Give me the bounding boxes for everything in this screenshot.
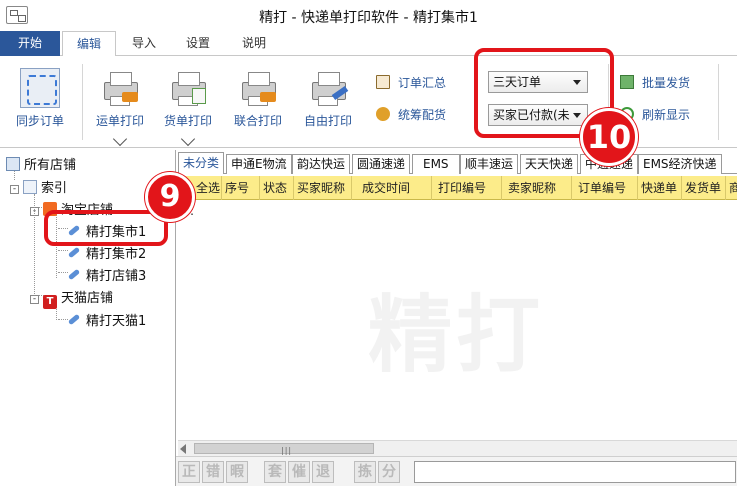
tab-courier[interactable]: 申通E物流 [226, 154, 292, 174]
tab-courier[interactable]: 顺丰速运 [460, 154, 519, 174]
column-header[interactable]: 订单编号 [572, 176, 638, 200]
tree-shop-label: 精打集市2 [86, 247, 147, 262]
distribution-icon [376, 107, 390, 121]
tab-courier[interactable]: EMS经济快递 [638, 154, 722, 174]
bottom-action-button[interactable]: 退 [312, 461, 334, 483]
batch-ship-icon [620, 75, 634, 89]
bottom-action-bar: 正 错 暇 套 催 退 拣 分 [176, 456, 737, 486]
bottom-action-button[interactable]: 催 [288, 461, 310, 483]
step-badge-10: 10 [580, 108, 638, 166]
barcode-input[interactable] [414, 461, 736, 483]
sync-orders-button[interactable]: 同步订单 [10, 62, 70, 129]
tab-edit[interactable]: 编辑 [62, 31, 116, 57]
tree-root-label: 所有店铺 [24, 158, 77, 173]
batch-ship-label: 批量发货 [642, 76, 691, 90]
combined-print-button[interactable]: 联合打印 [230, 62, 286, 129]
tab-start[interactable]: 开始 [0, 31, 60, 56]
shop-icon [66, 244, 82, 260]
column-header[interactable]: 序号 [222, 176, 260, 200]
bottom-action-button[interactable]: 错 [202, 461, 224, 483]
column-header[interactable]: 卖家昵称 [502, 176, 572, 200]
tree-shop-item[interactable]: 精打天猫1 [66, 310, 146, 329]
order-summary-label: 订单汇总 [398, 76, 447, 90]
invoice-print-chevron-down-icon[interactable] [180, 131, 196, 147]
tab-import[interactable]: 导入 [122, 31, 166, 56]
bottom-action-button[interactable]: 拣 [354, 461, 376, 483]
watermark-logo: 精打 [368, 286, 545, 384]
bulk-distribution-label: 统筹配货 [398, 108, 447, 122]
collapse-icon[interactable]: - [30, 207, 39, 216]
bottom-action-button[interactable]: 分 [378, 461, 400, 483]
highlight-box-shop [44, 210, 168, 246]
tree-shop-label: 精打天猫1 [86, 314, 147, 329]
printer-document-icon [168, 68, 208, 108]
ribbon-separator [718, 64, 719, 140]
waybill-print-label: 运单打印 [95, 114, 144, 128]
courier-tab-row: 未分类 申通E物流 韵达快运 圆通速递 EMS 顺丰速运 天天快递 中通速递 E… [176, 152, 737, 174]
tab-unclassified[interactable]: 未分类 [178, 152, 225, 174]
waybill-print-chevron-down-icon[interactable] [112, 131, 128, 147]
free-print-label: 自由打印 [303, 114, 352, 128]
column-header[interactable]: 状态 [260, 176, 294, 200]
printer-combined-icon [238, 68, 278, 108]
column-header[interactable]: 买家昵称 [294, 176, 352, 200]
scroll-left-arrow-icon[interactable] [180, 444, 186, 454]
clipboard-icon [376, 75, 390, 89]
bulk-distribution-button[interactable]: 统筹配货 [376, 106, 446, 123]
tree-shop-label: 精打店铺3 [86, 269, 147, 284]
window-title: 精打 - 快递单打印软件 - 精打集市1 [259, 10, 478, 26]
free-print-button[interactable]: 自由打印 [300, 62, 356, 129]
waybill-print-button[interactable]: 运单打印 [92, 62, 148, 129]
bottom-action-button[interactable]: 套 [264, 461, 286, 483]
ribbon-separator [82, 64, 83, 140]
order-grid-header: 全选 序号 状态 买家昵称 成交时间 打印编号 卖家昵称 订单编号 快递单 发货… [178, 176, 737, 200]
invoice-print-label: 货单打印 [163, 114, 212, 128]
tab-courier[interactable]: 天天快递 [520, 154, 579, 174]
step-badge-9: 9 [145, 172, 195, 222]
printer-truck-icon [100, 68, 140, 108]
tmall-icon: T [43, 295, 57, 309]
column-header[interactable]: 商 [726, 176, 737, 200]
tab-courier[interactable]: EMS [412, 154, 460, 174]
printer-pen-icon [308, 68, 349, 108]
sync-orders-label: 同步订单 [15, 114, 64, 128]
grip-icon: ||| [281, 446, 293, 455]
tab-courier[interactable]: 圆通速递 [352, 154, 411, 174]
bottom-action-button[interactable]: 暇 [226, 461, 248, 483]
tree-root-all-shops[interactable]: 所有店铺 [6, 154, 76, 173]
tree-item-index[interactable]: - 索引 [10, 177, 67, 196]
order-summary-button[interactable]: 订单汇总 [376, 74, 446, 91]
column-header[interactable]: 快递单 [638, 176, 682, 200]
shop-icon [66, 266, 82, 282]
sync-orders-icon [20, 68, 60, 108]
column-header[interactable]: 成交时间 [352, 176, 432, 200]
tree-index-label: 索引 [41, 181, 68, 196]
title-bar: 精打 - 快递单打印软件 - 精打集市1 [0, 0, 737, 31]
column-header[interactable]: 打印编号 [432, 176, 502, 200]
tmall-group-label: 天猫店铺 [61, 291, 114, 306]
batch-ship-button[interactable]: 批量发货 [620, 74, 690, 91]
tab-help[interactable]: 说明 [232, 31, 276, 56]
horizontal-scrollbar[interactable]: ||| [178, 440, 737, 456]
collapse-icon[interactable]: - [10, 185, 19, 194]
tree-shop-item[interactable]: 精打店铺3 [66, 265, 146, 284]
shop-icon [66, 311, 82, 327]
tree-group-tmall[interactable]: - T 天猫店铺 [30, 287, 113, 309]
column-header[interactable]: 发货单 [682, 176, 726, 200]
tab-settings[interactable]: 设置 [176, 31, 220, 56]
refresh-display-label: 刷新显示 [642, 108, 691, 122]
folder-icon [23, 180, 37, 194]
scrollbar-thumb[interactable]: ||| [194, 443, 374, 455]
store-icon [6, 157, 20, 171]
bottom-action-button[interactable]: 正 [178, 461, 200, 483]
tab-courier[interactable]: 韵达快运 [292, 154, 351, 174]
combined-print-label: 联合打印 [233, 114, 282, 128]
collapse-icon[interactable]: - [30, 295, 39, 304]
ribbon-tab-row: 开始 编辑 导入 设置 说明 [0, 31, 737, 57]
invoice-print-button[interactable]: 货单打印 [160, 62, 216, 129]
